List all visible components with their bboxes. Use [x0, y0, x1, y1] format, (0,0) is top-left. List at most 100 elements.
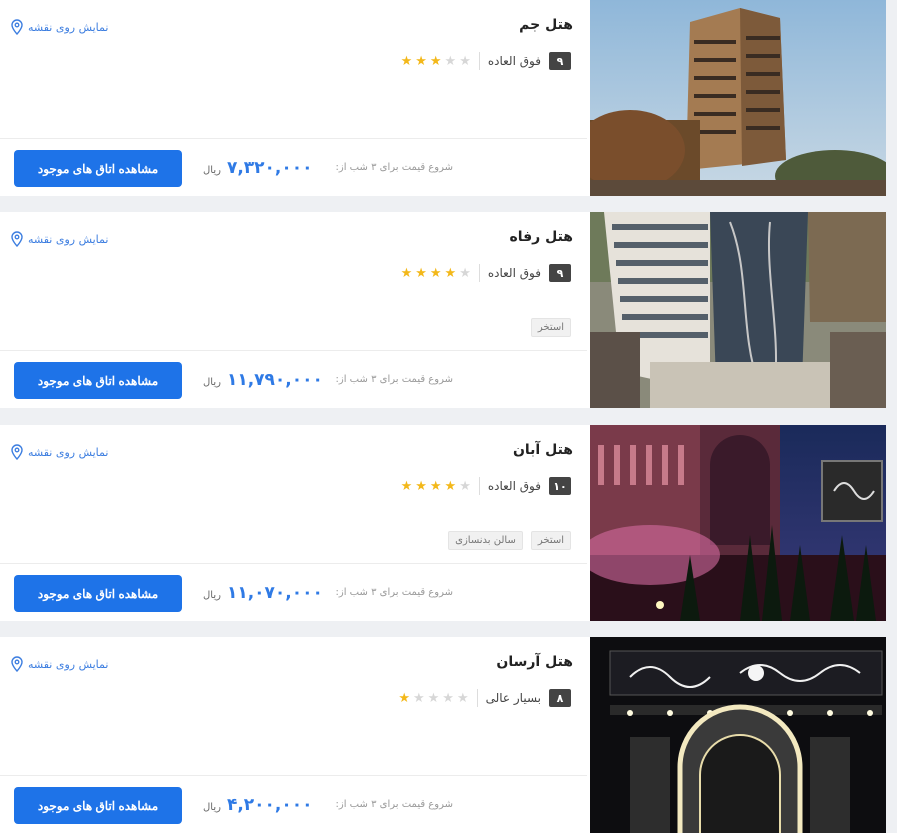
star-filled-icon: ★ [415, 53, 427, 69]
hotel-aban-image [590, 425, 886, 621]
hotel-stars: ★ ★ ★ ★ ★ [401, 55, 471, 68]
amenity-list: استخر سالن بدنسازی [448, 531, 571, 550]
show-on-map-link[interactable]: نمایش روی نقشه [10, 656, 108, 672]
divider [478, 477, 480, 495]
star-filled-icon: ★ [400, 478, 413, 494]
price-prefix: شروع قیمت برای ۳ شب از: [335, 587, 453, 598]
score-badge: ۱۰ [549, 477, 571, 495]
show-on-map-label: نمایش روی نقشه [28, 20, 109, 34]
score-badge: ۹ [549, 52, 571, 70]
rating-row: ★ ★ ★ ★ ★ فوق العاده ۹ [401, 52, 571, 70]
star-empty-icon: ★ [444, 53, 457, 69]
star-filled-icon: ★ [444, 265, 457, 281]
star-filled-icon: ★ [415, 265, 427, 281]
divider [478, 264, 480, 282]
card-footer: مشاهده اتاق های موجود ریال ۱۱,۷۹۰,۰۰۰ شر… [0, 350, 587, 408]
hotel-card-content: هتل رفاه نمایش روی نقشه ★ ★ ★ ★ ★ فوق العاده… [0, 212, 587, 408]
show-on-map-link[interactable]: نمایش روی نقشه [10, 444, 108, 460]
star-filled-icon: ★ [444, 478, 457, 494]
score-label: فوق العاده [487, 54, 541, 68]
map-pin-icon [11, 444, 23, 460]
map-pin-icon [11, 656, 23, 672]
star-filled-icon: ★ [429, 478, 442, 494]
hotel-card[interactable]: هتل آرسان نمایش روی نقشه ★ ★ ★ ★ ★ بسیار عال… [0, 637, 886, 833]
view-rooms-button[interactable]: مشاهده اتاق های موجود [14, 150, 182, 187]
amenity-list: استخر [530, 318, 571, 337]
star-filled-icon: ★ [415, 478, 427, 494]
star-filled-icon: ★ [429, 53, 442, 69]
hotel-arsan-image [590, 637, 886, 833]
star-empty-icon: ★ [459, 478, 471, 494]
price-prefix: شروع قیمت برای ۳ شب از: [335, 162, 453, 173]
hotel-list: هتل جم نمایش روی نقشه ★ ★ ★ ★ ★ فوق العاده ۹… [0, 0, 897, 833]
hotel-photo[interactable] [590, 212, 886, 408]
divider [476, 689, 478, 707]
show-on-map-label: نمایش روی نقشه [28, 232, 109, 246]
show-on-map-link[interactable]: نمایش روی نقشه [10, 19, 108, 35]
rating-row: ★ ★ ★ ★ ★ فوق العاده ۱۰ [401, 477, 571, 495]
hotel-name[interactable]: هتل جم [519, 17, 573, 33]
hotel-jam-image [590, 0, 886, 196]
price: ریال ۷,۳۲۰,۰۰۰ [203, 158, 313, 178]
hotel-stars: ★ ★ ★ ★ ★ [398, 692, 468, 705]
score-label: فوق العاده [487, 266, 541, 280]
hotel-name[interactable]: هتل آبان [513, 442, 573, 458]
star-filled-icon: ★ [398, 690, 410, 706]
hotel-card[interactable]: هتل آبان نمایش روی نقشه ★ ★ ★ ★ ★ فوق العاده… [0, 425, 886, 621]
hotel-name[interactable]: هتل رفاه [509, 229, 573, 245]
currency-label: ریال [203, 590, 221, 601]
view-rooms-button[interactable]: مشاهده اتاق های موجود [14, 787, 182, 824]
hotel-stars: ★ ★ ★ ★ ★ [401, 267, 471, 280]
star-filled-icon: ★ [400, 265, 413, 281]
amenity-chip: استخر [530, 318, 571, 337]
score-label: فوق العاده [487, 479, 541, 493]
star-empty-icon: ★ [427, 690, 440, 706]
price-prefix: شروع قیمت برای ۳ شب از: [335, 374, 453, 385]
star-empty-icon: ★ [459, 265, 471, 281]
star-empty-icon: ★ [459, 53, 471, 69]
hotel-card[interactable]: هتل رفاه نمایش روی نقشه ★ ★ ★ ★ ★ فوق العاده… [0, 212, 886, 408]
show-on-map-link[interactable]: نمایش روی نقشه [10, 231, 108, 247]
card-footer: مشاهده اتاق های موجود ریال ۴,۲۰۰,۰۰۰ شرو… [0, 775, 587, 833]
score-badge: ۹ [549, 264, 571, 282]
map-pin-icon [11, 231, 23, 247]
price-prefix: شروع قیمت برای ۳ شب از: [335, 799, 453, 810]
hotel-photo[interactable] [590, 0, 886, 196]
card-footer: مشاهده اتاق های موجود ریال ۷,۳۲۰,۰۰۰ شرو… [0, 138, 587, 196]
star-filled-icon: ★ [400, 53, 413, 69]
amenity-chip: استخر [530, 531, 571, 550]
hotel-card-content: هتل آرسان نمایش روی نقشه ★ ★ ★ ★ ★ بسیار عال… [0, 637, 587, 833]
star-empty-icon: ★ [412, 690, 425, 706]
show-on-map-label: نمایش روی نقشه [28, 657, 109, 671]
star-empty-icon: ★ [456, 690, 469, 706]
price-amount: ۴,۲۰۰,۰۰۰ [226, 795, 313, 815]
card-footer: مشاهده اتاق های موجود ریال ۱۱,۰۷۰,۰۰۰ شر… [0, 563, 587, 621]
currency-label: ریال [203, 802, 221, 813]
price: ریال ۱۱,۰۷۰,۰۰۰ [203, 583, 323, 603]
hotel-photo[interactable] [590, 637, 886, 833]
score-badge: ۸ [549, 689, 571, 707]
map-pin-icon [11, 19, 23, 35]
view-rooms-button[interactable]: مشاهده اتاق های موجود [14, 362, 182, 399]
price-amount: ۱۱,۰۷۰,۰۰۰ [226, 583, 323, 603]
hotel-card-content: هتل جم نمایش روی نقشه ★ ★ ★ ★ ★ فوق العاده ۹… [0, 0, 587, 196]
price-amount: ۷,۳۲۰,۰۰۰ [226, 158, 313, 178]
amenity-chip: سالن بدنسازی [448, 531, 523, 550]
currency-label: ریال [203, 165, 221, 176]
rating-row: ★ ★ ★ ★ ★ بسیار عالی ۸ [398, 689, 571, 707]
score-label: بسیار عالی [485, 691, 541, 705]
price: ریال ۱۱,۷۹۰,۰۰۰ [203, 370, 323, 390]
view-rooms-button[interactable]: مشاهده اتاق های موجود [14, 575, 182, 612]
divider [478, 52, 480, 70]
hotel-photo[interactable] [590, 425, 886, 621]
currency-label: ریال [203, 377, 221, 388]
price: ریال ۴,۲۰۰,۰۰۰ [203, 795, 313, 815]
price-amount: ۱۱,۷۹۰,۰۰۰ [226, 370, 323, 390]
hotel-name[interactable]: هتل آرسان [496, 654, 573, 670]
hotel-stars: ★ ★ ★ ★ ★ [401, 480, 471, 493]
show-on-map-label: نمایش روی نقشه [28, 445, 109, 459]
hotel-card-content: هتل آبان نمایش روی نقشه ★ ★ ★ ★ ★ فوق العاده… [0, 425, 587, 621]
star-filled-icon: ★ [429, 265, 442, 281]
star-empty-icon: ★ [442, 690, 454, 706]
hotel-card[interactable]: هتل جم نمایش روی نقشه ★ ★ ★ ★ ★ فوق العاده ۹… [0, 0, 886, 196]
